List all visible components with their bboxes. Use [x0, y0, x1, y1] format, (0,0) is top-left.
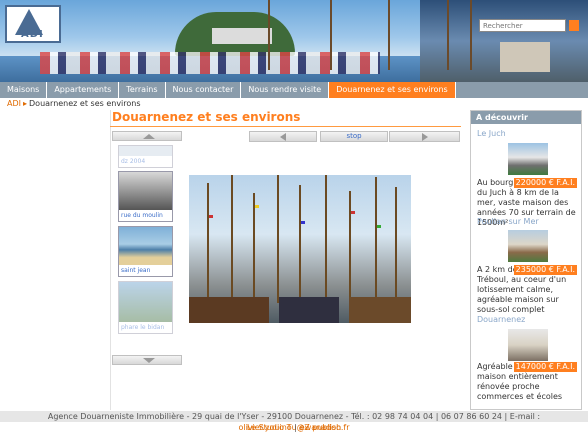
thumbnail-image — [119, 227, 172, 265]
credit-studio-t-link[interactable]: Le Studio T — [247, 423, 292, 432]
footer-address: Agence Douarneniste Immobilière - 29 qua… — [0, 411, 588, 432]
listing-lead: Agréable — [477, 362, 513, 371]
banner-boats — [40, 52, 380, 74]
banner-mast — [330, 0, 332, 70]
photo-mast — [277, 175, 279, 303]
thumbnails-scroll-up-button[interactable] — [112, 131, 182, 141]
thumbnail-rue-du-moulin[interactable]: rue du moulin — [118, 171, 173, 222]
photo-mast — [231, 175, 233, 303]
photo-flag — [351, 211, 355, 214]
listing-lead: Au bourg — [477, 178, 514, 187]
listing-description: Tréboul, au coeur d'un lotissement calme… — [477, 275, 567, 314]
photo-mast — [207, 183, 209, 303]
photo-mast — [349, 191, 351, 303]
nav-item-maisons[interactable]: Maisons — [0, 82, 48, 98]
photo-mast — [299, 185, 301, 303]
nav-item-douarnenez[interactable]: Douarnenez et ses environs — [329, 82, 456, 98]
banner-mast — [388, 0, 390, 70]
thumbnail-caption: dz 2004 — [119, 156, 172, 167]
photo-flag — [255, 205, 259, 208]
footer-address-text: Agence Douarneniste Immobilière - 29 qua… — [47, 412, 541, 421]
listing-price-row: A 2 km de 235000 € F.A.I. — [477, 265, 581, 275]
slideshow-stop-button[interactable]: stop — [320, 131, 388, 142]
sidebar-a-decouvrir: A découvrir Le Juch Au bourg 220000 € F.… — [470, 110, 582, 410]
listing-photo[interactable] — [508, 329, 548, 361]
nav-item-appartements[interactable]: Appartements — [47, 82, 120, 98]
thumbnails-scroll-down-button[interactable] — [112, 355, 182, 365]
banner-mast — [268, 0, 270, 70]
breadcrumb-arrow-icon: ▸ — [23, 99, 28, 108]
thumbnail-image — [119, 282, 172, 322]
photo-flag — [377, 225, 381, 228]
slideshow-next-button[interactable] — [389, 131, 460, 142]
photo-mast — [253, 193, 255, 303]
listing-price: 220000 € F.A.I. — [513, 178, 577, 188]
listing-price-row: Agréable 147000 € F.A.I. — [477, 362, 581, 372]
listing-price: 235000 € F.A.I. — [513, 265, 577, 275]
nav-item-visit[interactable]: Nous rendre visite — [241, 82, 330, 98]
photo-hull — [349, 297, 411, 323]
arrow-right-icon — [422, 133, 428, 141]
title-underline — [110, 126, 461, 127]
credit-ez-publish-link[interactable]: eZ publish — [299, 423, 341, 432]
listing-photo[interactable] — [508, 230, 548, 262]
banner-building — [500, 42, 550, 72]
listing-location[interactable]: Douarnenez — [477, 315, 525, 324]
listing-description: maison entièrement rénovée proche commer… — [477, 372, 563, 401]
credit-separator: | — [294, 423, 297, 432]
thumbnail-dz-2004[interactable]: dz 2004 — [118, 145, 173, 168]
listing-location[interactable]: Le Juch — [477, 129, 506, 138]
breadcrumb-root[interactable]: ADI — [7, 99, 21, 108]
arrow-down-icon — [143, 358, 155, 363]
banner-mast — [470, 0, 472, 70]
footer-credits: Le Studio T | eZ publish — [0, 422, 588, 433]
nav-item-contact[interactable]: Nous contacter — [166, 82, 242, 98]
sidebar-title: A découvrir — [471, 111, 581, 124]
photo-hull — [189, 297, 269, 323]
thumbnail-caption: saint jean — [119, 265, 172, 276]
photo-mast — [375, 177, 377, 303]
banner-houses — [212, 28, 272, 44]
listing-price-row: Au bourg 220000 € F.A.I. — [477, 178, 581, 188]
slideshow-main-photo — [189, 175, 411, 323]
thumbnail-image — [119, 146, 172, 156]
breadcrumb-current: Douarnenez et ses environs — [29, 99, 141, 108]
breadcrumb: ADI ▸ Douarnenez et ses environs — [7, 99, 141, 108]
nav-item-terrains[interactable]: Terrains — [119, 82, 166, 98]
arrow-left-icon — [280, 133, 286, 141]
photo-mast — [395, 187, 397, 303]
thumbnail-phare-le-bidan[interactable]: phare le bidan — [118, 281, 173, 334]
search-input[interactable] — [479, 19, 566, 32]
listing-photo[interactable] — [508, 143, 548, 175]
page-title: Douarnenez et ses environs — [112, 110, 301, 124]
adi-logo[interactable]: ADI — [5, 5, 61, 43]
banner-mast — [447, 0, 449, 70]
photo-flag — [301, 221, 305, 224]
thumbnail-image — [119, 172, 172, 210]
logo-text: ADI — [21, 29, 44, 40]
slideshow-prev-button[interactable] — [249, 131, 317, 142]
header-banner: ADI — [0, 0, 588, 82]
search-submit-button[interactable] — [569, 20, 579, 31]
main-nav: Maisons Appartements Terrains Nous conta… — [0, 82, 588, 98]
listing-price: 147000 € F.A.I. — [513, 362, 577, 372]
listing-location[interactable]: Poullan sur Mer — [477, 217, 539, 226]
thumbnail-caption: rue du moulin — [119, 210, 172, 221]
thumbnail-caption: phare le bidan — [119, 322, 172, 333]
photo-mast — [325, 175, 327, 303]
listing-lead: A 2 km de — [477, 265, 518, 274]
arrow-up-icon — [143, 134, 155, 139]
photo-hull — [279, 297, 339, 323]
photo-flag — [209, 215, 213, 218]
content-divider — [110, 110, 111, 410]
thumbnail-saint-jean[interactable]: saint jean — [118, 226, 173, 277]
